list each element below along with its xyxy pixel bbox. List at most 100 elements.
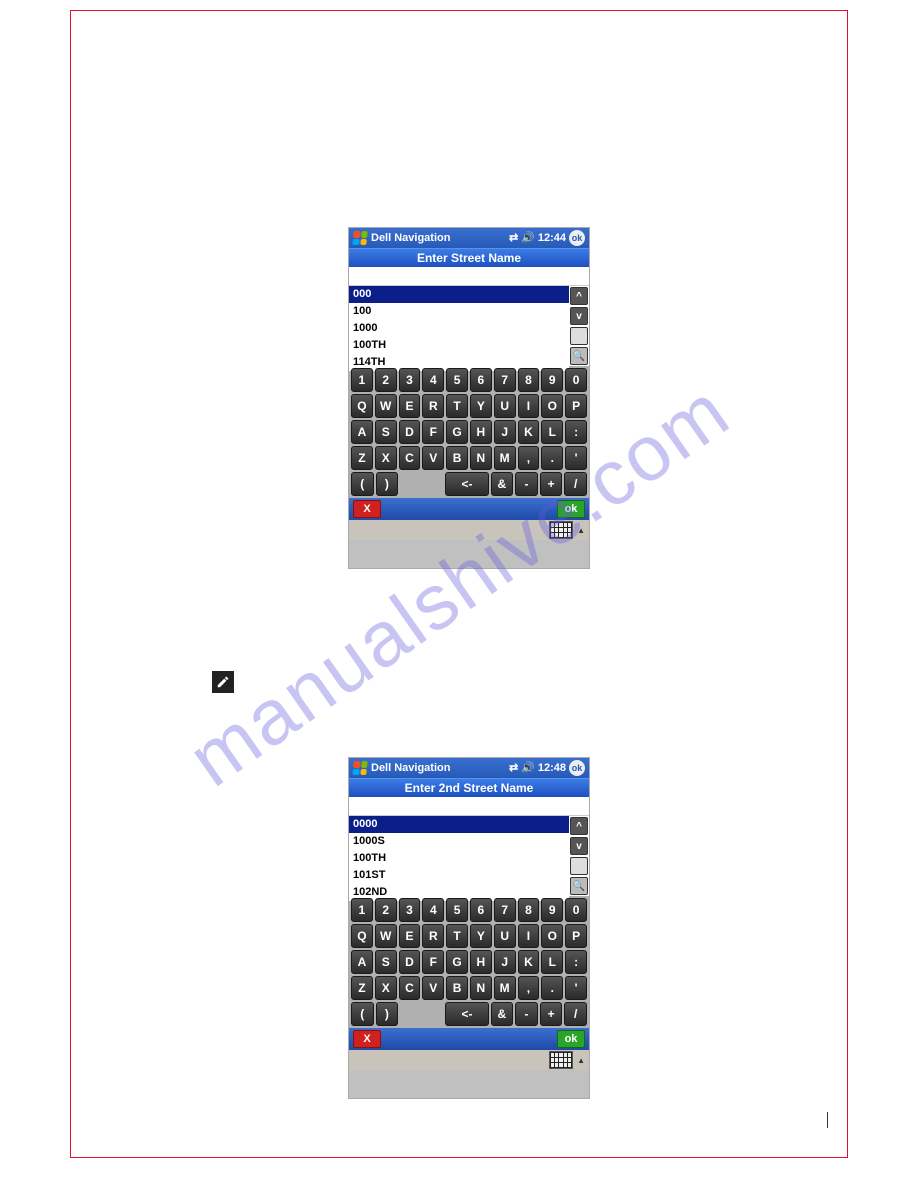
key-)[interactable]: ) <box>376 1002 399 1026</box>
key-e[interactable]: E <box>399 394 421 418</box>
key-8[interactable]: 8 <box>518 368 540 392</box>
key-/[interactable]: / <box>564 1002 587 1026</box>
key-r[interactable]: R <box>422 924 444 948</box>
key-,[interactable]: , <box>518 976 540 1000</box>
key-s[interactable]: S <box>375 420 397 444</box>
volume-icon[interactable]: 🔊 <box>521 233 535 244</box>
key-0[interactable]: 0 <box>565 898 587 922</box>
windows-flag-icon[interactable] <box>352 231 367 245</box>
key-q[interactable]: Q <box>351 394 373 418</box>
key-j[interactable]: J <box>494 420 516 444</box>
windows-flag-icon[interactable] <box>352 761 367 775</box>
sip-keyboard-icon[interactable] <box>549 1051 573 1069</box>
key-5[interactable]: 5 <box>446 368 468 392</box>
volume-icon[interactable]: 🔊 <box>521 763 535 774</box>
key-w[interactable]: W <box>375 924 397 948</box>
key-&[interactable]: & <box>491 1002 514 1026</box>
key-u[interactable]: U <box>494 394 516 418</box>
key-k[interactable]: K <box>518 950 540 974</box>
list-item[interactable]: 101ST <box>349 867 569 884</box>
connectivity-icon[interactable]: ⇄ <box>509 763 518 774</box>
key-'[interactable]: ' <box>565 446 587 470</box>
list-item[interactable]: 100 <box>349 303 569 320</box>
key-'[interactable]: ' <box>565 976 587 1000</box>
key-3[interactable]: 3 <box>399 898 421 922</box>
key-/[interactable]: / <box>564 472 587 496</box>
key-m[interactable]: M <box>494 976 516 1000</box>
key-3[interactable]: 3 <box>399 368 421 392</box>
ok-circle-button[interactable]: ok <box>569 230 585 246</box>
key-m[interactable]: M <box>494 446 516 470</box>
key-v[interactable]: V <box>422 976 444 1000</box>
list-item[interactable]: 000 <box>349 286 569 303</box>
key-1[interactable]: 1 <box>351 898 373 922</box>
list-item[interactable]: 100TH <box>349 850 569 867</box>
key-b[interactable]: B <box>446 446 468 470</box>
scroll-up-button[interactable]: ^ <box>570 817 588 835</box>
key-4[interactable]: 4 <box>422 368 444 392</box>
key-4[interactable]: 4 <box>422 898 444 922</box>
key-g[interactable]: G <box>446 420 468 444</box>
key-8[interactable]: 8 <box>518 898 540 922</box>
key-5[interactable]: 5 <box>446 898 468 922</box>
key-z[interactable]: Z <box>351 446 373 470</box>
key-)[interactable]: ) <box>376 472 399 496</box>
key-l[interactable]: L <box>541 420 563 444</box>
sip-arrow-icon[interactable]: ▲ <box>577 1056 585 1065</box>
key-p[interactable]: P <box>565 394 587 418</box>
scroll-track[interactable] <box>570 857 588 875</box>
key-c[interactable]: C <box>399 976 421 1000</box>
key-p[interactable]: P <box>565 924 587 948</box>
key-7[interactable]: 7 <box>494 368 516 392</box>
cancel-button[interactable]: X <box>353 500 381 518</box>
key-a[interactable]: A <box>351 950 373 974</box>
key-h[interactable]: H <box>470 950 492 974</box>
key-a[interactable]: A <box>351 420 373 444</box>
key-d[interactable]: D <box>399 950 421 974</box>
scroll-down-button[interactable]: v <box>570 837 588 855</box>
key-e[interactable]: E <box>399 924 421 948</box>
key-s[interactable]: S <box>375 950 397 974</box>
key-7[interactable]: 7 <box>494 898 516 922</box>
key-([interactable]: ( <box>351 472 374 496</box>
key-6[interactable]: 6 <box>470 368 492 392</box>
key-y[interactable]: Y <box>470 394 492 418</box>
scroll-track[interactable] <box>570 327 588 345</box>
key-g[interactable]: G <box>446 950 468 974</box>
key-0[interactable]: 0 <box>565 368 587 392</box>
ok-button[interactable]: ok <box>557 1030 585 1048</box>
key-c[interactable]: C <box>399 446 421 470</box>
key--[interactable]: - <box>515 1002 538 1026</box>
list-item[interactable]: 100TH <box>349 337 569 354</box>
sip-keyboard-icon[interactable] <box>549 521 573 539</box>
key-f[interactable]: F <box>422 950 444 974</box>
key-9[interactable]: 9 <box>541 898 563 922</box>
key-v[interactable]: V <box>422 446 444 470</box>
key-o[interactable]: O <box>541 924 563 948</box>
magnify-icon[interactable]: 🔍 <box>570 877 588 895</box>
key-backspace[interactable]: <- <box>445 1002 488 1026</box>
key-x[interactable]: X <box>375 446 397 470</box>
key-h[interactable]: H <box>470 420 492 444</box>
list-item[interactable]: 0000 <box>349 816 569 833</box>
key-t[interactable]: T <box>446 394 468 418</box>
key-d[interactable]: D <box>399 420 421 444</box>
ok-button[interactable]: ok <box>557 500 585 518</box>
key-r[interactable]: R <box>422 394 444 418</box>
key-:[interactable]: : <box>565 420 587 444</box>
key-.[interactable]: . <box>541 976 563 1000</box>
text-input[interactable] <box>349 797 589 816</box>
key-9[interactable]: 9 <box>541 368 563 392</box>
key-n[interactable]: N <box>470 446 492 470</box>
key-z[interactable]: Z <box>351 976 373 1000</box>
key-j[interactable]: J <box>494 950 516 974</box>
key-6[interactable]: 6 <box>470 898 492 922</box>
key-q[interactable]: Q <box>351 924 373 948</box>
key-,[interactable]: , <box>518 446 540 470</box>
list-item[interactable]: 1000 <box>349 320 569 337</box>
sip-arrow-icon[interactable]: ▲ <box>577 526 585 535</box>
key-w[interactable]: W <box>375 394 397 418</box>
key-b[interactable]: B <box>446 976 468 1000</box>
scroll-down-button[interactable]: v <box>570 307 588 325</box>
key-i[interactable]: I <box>518 924 540 948</box>
